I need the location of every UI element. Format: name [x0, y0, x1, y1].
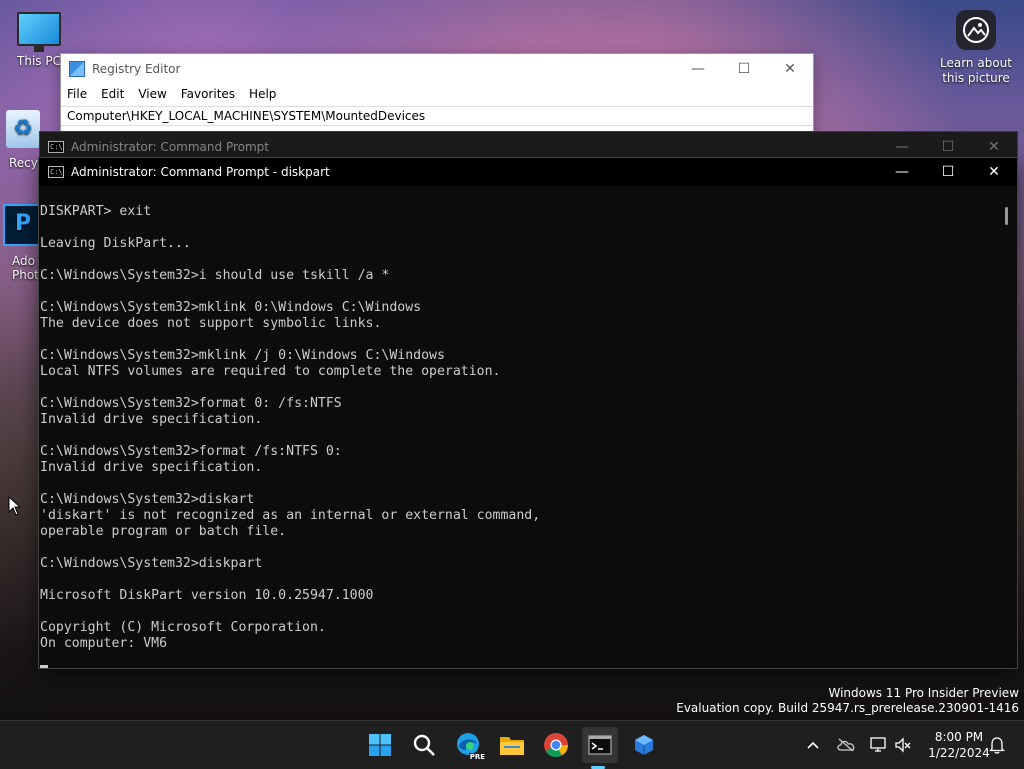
scrollbar[interactable]: [999, 186, 1017, 668]
search-icon[interactable]: [408, 729, 440, 761]
console-line: C:\Windows\System32>format /fs:NTFS 0:: [40, 444, 342, 459]
photoshop-icon: P: [3, 204, 43, 246]
menu-bar: File Edit View Favorites Help: [61, 84, 813, 104]
learn-line-1: Learn about: [940, 56, 1012, 70]
regedit-icon: [69, 61, 85, 77]
console-line: Microsoft DiskPart version 10.0.25947.10…: [40, 588, 374, 603]
start-icon[interactable]: [364, 729, 396, 761]
mouse-pointer-icon: [8, 496, 22, 516]
console-line: Copyright (C) Microsoft Corporation.: [40, 620, 326, 635]
console-line: 'diskart' is not recognized as an intern…: [40, 508, 541, 523]
regedit-icon[interactable]: [628, 729, 660, 761]
camera-icon: [956, 10, 996, 50]
address-bar[interactable]: Computer\HKEY_LOCAL_MACHINE\SYSTEM\Mount…: [61, 106, 813, 126]
notifications-bell-icon[interactable]: [986, 721, 1008, 769]
learn-line-2: this picture: [942, 71, 1010, 85]
close-button[interactable]: ✕: [971, 158, 1017, 186]
console-line: C:\Windows\System32>diskart: [40, 492, 255, 507]
console-line: DISKPART> exit: [40, 204, 152, 219]
chrome-icon[interactable]: [540, 729, 572, 761]
console-line: operable program or batch file.: [40, 524, 287, 539]
console-output[interactable]: DISKPART> exit Leaving DiskPart... C:\Wind…: [40, 186, 999, 668]
console-line: C:\Windows\System32>mklink 0:\Windows C:…: [40, 300, 422, 315]
network-icon[interactable]: [866, 721, 888, 769]
close-button[interactable]: ✕: [767, 54, 813, 84]
maximize-button[interactable]: ☐: [925, 158, 971, 186]
window-title: Administrator: Command Prompt: [71, 140, 269, 154]
console-line: The device does not support symbolic lin…: [40, 316, 382, 331]
cmd-titlebar[interactable]: C:\ Administrator: Command Prompt - disk…: [39, 158, 1017, 186]
evaluation-watermark: Windows 11 Pro Insider Preview Evaluatio…: [676, 686, 1019, 716]
cmd-icon: C:\: [48, 166, 64, 178]
console-line: C:\Windows\System32>i should use tskill …: [40, 268, 390, 283]
cmd-icon: C:\: [48, 141, 64, 153]
minimize-button[interactable]: —: [879, 158, 925, 186]
file-explorer-icon[interactable]: [496, 729, 528, 761]
console-line: Leaving DiskPart...: [40, 236, 191, 251]
chevron-up-icon[interactable]: [802, 721, 824, 769]
menu-view[interactable]: View: [138, 87, 166, 101]
window-title: Registry Editor: [92, 62, 181, 76]
watermark-line-2: Evaluation copy. Build 25947.rs_prerelea…: [676, 701, 1019, 715]
menu-help[interactable]: Help: [249, 87, 276, 101]
console-line: Invalid drive specification.: [40, 460, 263, 475]
edge-pre-badge: PRE: [468, 753, 486, 761]
terminal-icon[interactable]: [582, 727, 618, 769]
console-line: C:\Windows\System32>mklink /j 0:\Windows…: [40, 348, 445, 363]
learn-about-picture[interactable]: Learn about this picture: [936, 10, 1016, 86]
recycle-bin-icon: ♻: [6, 110, 40, 148]
scrollbar-thumb[interactable]: [1005, 207, 1008, 225]
command-prompt-window[interactable]: C:\ Administrator: Command Prompt - disk…: [38, 157, 1018, 669]
onedrive-offline-icon[interactable]: [834, 721, 858, 769]
console-cursor: [40, 652, 999, 668]
edge-icon[interactable]: PRE: [452, 729, 486, 761]
watermark-line-1: Windows 11 Pro Insider Preview: [828, 686, 1019, 700]
window-title: Administrator: Command Prompt - diskpart: [71, 165, 330, 179]
menu-file[interactable]: File: [67, 87, 87, 101]
minimize-button[interactable]: —: [675, 54, 721, 84]
monitor-icon: [17, 12, 61, 46]
console-line: Invalid drive specification.: [40, 412, 263, 427]
console-line: On computer: VM6: [40, 636, 168, 651]
menu-edit[interactable]: Edit: [101, 87, 124, 101]
menu-favorites[interactable]: Favorites: [181, 87, 235, 101]
volume-muted-icon[interactable]: [892, 721, 914, 769]
console-line: C:\Windows\System32>diskpart: [40, 556, 263, 571]
maximize-button[interactable]: ☐: [721, 54, 767, 84]
console-line: Local NTFS volumes are required to compl…: [40, 364, 501, 379]
taskbar: PRE 8:00 PM 1/22/2024: [0, 720, 1024, 769]
console-line: C:\Windows\System32>format 0: /fs:NTFS: [40, 396, 342, 411]
